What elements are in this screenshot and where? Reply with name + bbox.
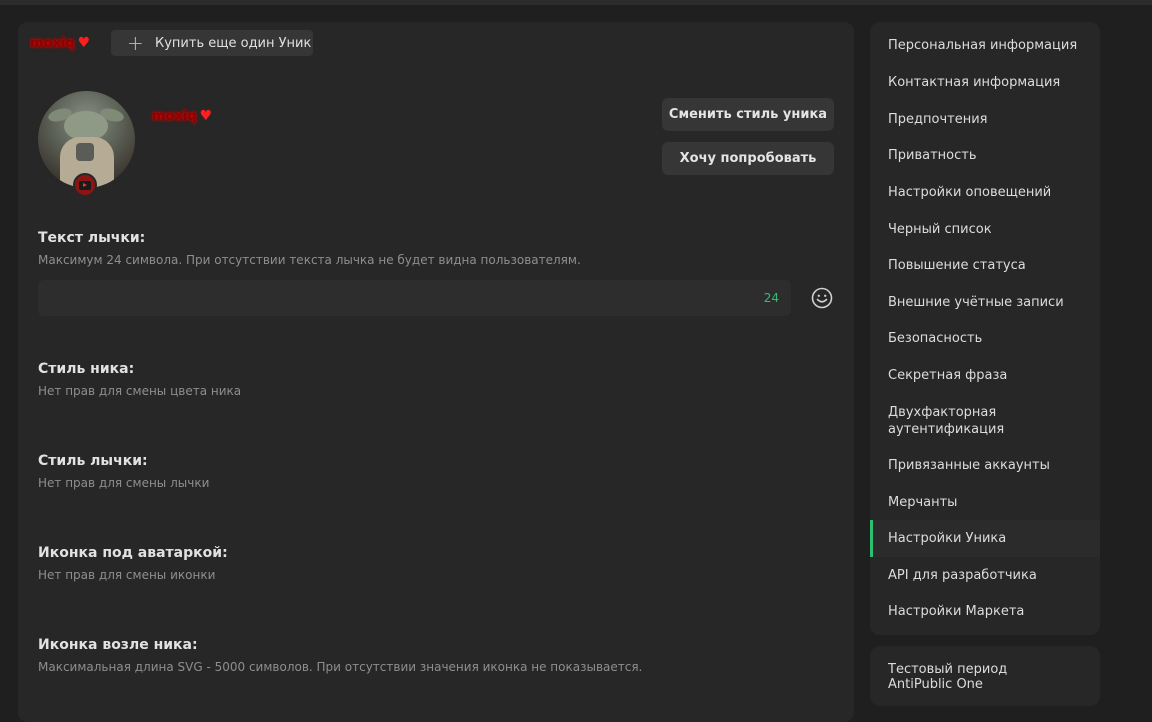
change-style-button[interactable]: Сменить стиль уника: [662, 98, 834, 131]
badge-text-input[interactable]: 24: [38, 280, 791, 316]
plus-icon: +: [127, 31, 144, 55]
main-panel: moxiq ♥ + Купить еще один Уник moxiq ♥ С…: [18, 22, 854, 722]
badge-style-title: Стиль лычки:: [38, 453, 148, 469]
nick-style-section: Стиль ника: Нет прав для смены цвета ник…: [38, 361, 241, 398]
heart-icon: ♥: [199, 108, 213, 124]
char-counter: 24: [763, 291, 779, 305]
sidebar-item-privacy[interactable]: Приватность: [870, 137, 1100, 174]
sidebar-item-api[interactable]: API для разработчика: [870, 557, 1100, 593]
avatar-icon-section: Иконка под аватаркой: Нет прав для смены…: [38, 545, 228, 582]
nick-icon-title: Иконка возле ника:: [38, 637, 198, 653]
sidebar-item-upgrade[interactable]: Повышение статуса: [870, 247, 1100, 284]
sidebar-item-secret-phrase[interactable]: Секретная фраза: [870, 357, 1100, 394]
nick-icon-section: Иконка возле ника: Максимальная длина SV…: [38, 637, 642, 674]
sidebar-item-merchants[interactable]: Мерчанты: [870, 484, 1100, 520]
nick-icon-hint: Максимальная длина SVG - 5000 символов. …: [38, 660, 643, 674]
badge-style-hint: Нет прав для смены лычки: [38, 476, 210, 490]
trial-product: AntiPublic One: [888, 677, 983, 692]
avatar-badge-youtube-icon: [73, 173, 97, 197]
avatar-icon-hint: Нет прав для смены иконки: [38, 568, 216, 582]
badge-text-hint: Максимум 24 символа. При отсутствии текс…: [38, 253, 581, 267]
badge-style-section: Стиль лычки: Нет прав для смены лычки: [38, 453, 209, 490]
buy-unique-button[interactable]: + Купить еще один Уник: [111, 30, 313, 56]
emoji-icon[interactable]: [811, 287, 833, 309]
profile-nick-text: moxiq: [152, 108, 197, 124]
sidebar-item-preferences[interactable]: Предпочтения: [870, 101, 1100, 137]
profile-nick: moxiq ♥: [152, 108, 212, 124]
sidebar-item-external-accounts[interactable]: Внешние учётные записи: [870, 284, 1100, 320]
sidebar-item-market-settings[interactable]: Настройки Маркета: [870, 593, 1100, 630]
sidebar-item-2fa[interactable]: Двухфакторная аутентификация: [870, 394, 1100, 447]
badge-text-section: Текст лычки: Максимум 24 символа. При от…: [38, 230, 581, 267]
nick-style-hint: Нет прав для смены цвета ника: [38, 384, 242, 398]
sidebar-item-unique-settings[interactable]: Настройки Уника: [870, 520, 1100, 557]
badge-text-title: Текст лычки:: [38, 230, 146, 246]
trial-panel[interactable]: Тестовый период AntiPublic One: [870, 646, 1100, 706]
trial-title: Тестовый период: [888, 662, 1008, 677]
top-bar: [0, 0, 1152, 5]
buy-unique-label: Купить еще один Уник: [155, 35, 312, 51]
sidebar-item-blacklist[interactable]: Черный список: [870, 211, 1100, 247]
nick-style-title: Стиль ника:: [38, 361, 135, 377]
heart-icon: ♥: [77, 35, 91, 51]
sidebar-item-linked-accounts[interactable]: Привязанные аккаунты: [870, 447, 1100, 484]
nick-text: moxiq: [30, 35, 75, 51]
sidebar-item-personal[interactable]: Персональная информация: [870, 27, 1100, 64]
sidebar-item-security[interactable]: Безопасность: [870, 320, 1100, 357]
header-nick[interactable]: moxiq ♥: [30, 35, 90, 51]
try-button[interactable]: Хочу попробовать: [662, 142, 834, 175]
sidebar-item-notifications[interactable]: Настройки оповещений: [870, 174, 1100, 211]
sidebar-item-contacts[interactable]: Контактная информация: [870, 64, 1100, 101]
avatar-icon-title: Иконка под аватаркой:: [38, 545, 228, 561]
settings-sidebar: Персональная информация Контактная инфор…: [870, 22, 1100, 635]
